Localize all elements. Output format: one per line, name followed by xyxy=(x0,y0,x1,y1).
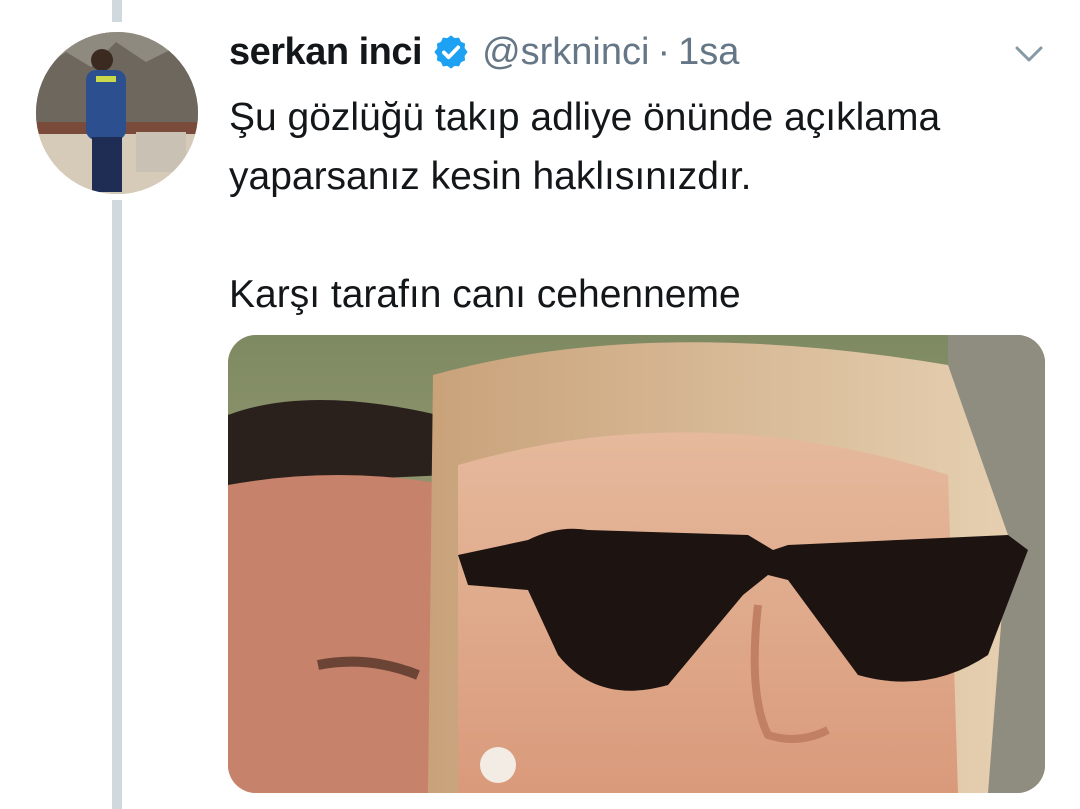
display-name[interactable]: serkan inci xyxy=(229,31,423,74)
thread-line-top xyxy=(112,0,122,22)
thread-line-bottom xyxy=(112,200,122,809)
tweet-text: Şu gözlüğü takıp adliye önünde açıklama … xyxy=(229,96,941,316)
avatar[interactable] xyxy=(36,32,198,194)
handle[interactable]: @srkninci xyxy=(482,31,649,74)
tweet-media-photo[interactable] xyxy=(228,335,1045,793)
chevron-down-icon[interactable] xyxy=(1012,42,1046,66)
timestamp[interactable]: 1sa xyxy=(678,31,739,74)
separator-dot: · xyxy=(657,30,671,73)
tweet-header: serkan inci @srkninci · 1sa xyxy=(229,28,739,76)
verified-badge-icon xyxy=(432,33,470,71)
